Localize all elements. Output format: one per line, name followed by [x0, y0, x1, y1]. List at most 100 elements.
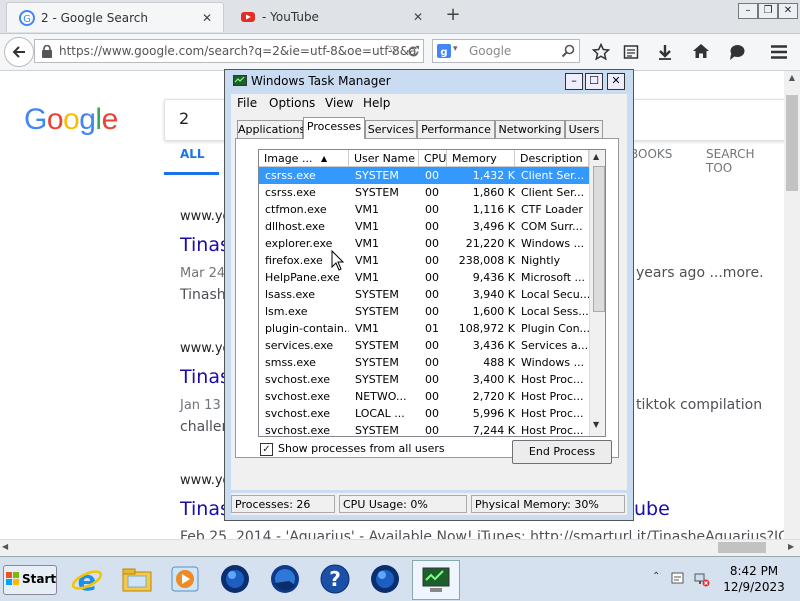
result-title[interactable]: Tinas	[180, 366, 230, 388]
column-cpu[interactable]: CPU	[419, 150, 447, 167]
minimize-icon[interactable]: –	[565, 73, 583, 90]
bookmark-star-icon[interactable]	[592, 43, 610, 61]
action-center-icon[interactable]	[670, 571, 686, 587]
result-title[interactable]: Tinas	[180, 234, 230, 256]
browser-tab-strip: G 2 - Google Search ✕ - YouTube ✕ + – ❐ …	[0, 0, 800, 34]
result-url[interactable]: www.yo	[180, 341, 230, 356]
process-row-selected[interactable]: csrss.exe SYSTEM 00 1,432 K Client Ser...	[259, 167, 589, 184]
menu-view[interactable]: View	[325, 96, 353, 110]
tab-youtube[interactable]: - YouTube ✕	[228, 2, 434, 32]
taskbar-file-explorer[interactable]	[114, 560, 160, 598]
process-list[interactable]: Image ... ▲ User Name CPU Memory (... Des…	[258, 149, 606, 437]
page-horizontal-scrollbar[interactable]: ◀ ▶	[0, 539, 800, 556]
taskbar-help[interactable]: ?	[312, 560, 358, 598]
chat-bubble-icon[interactable]	[728, 43, 746, 61]
firefox-icon	[271, 565, 299, 593]
tab-search-tools[interactable]: SEARCH TOO	[706, 147, 784, 175]
tab-processes[interactable]: Processes	[303, 117, 365, 139]
home-icon[interactable]	[692, 42, 710, 60]
scroll-thumb[interactable]	[786, 95, 798, 191]
scroll-up-icon[interactable]: ▲	[784, 71, 800, 85]
tab-books[interactable]: BOOKS	[630, 147, 672, 161]
menu-options[interactable]: Options	[269, 96, 315, 110]
column-user-name[interactable]: User Name	[349, 150, 419, 167]
menu-file[interactable]: File	[237, 96, 257, 110]
process-row[interactable]: svchost.exe NETWO... 00 2,720 K Host Proc...	[259, 388, 589, 405]
network-icon[interactable]	[694, 571, 710, 587]
process-row[interactable]: plugin-contain... VM1 01 108,972 K Plugin Co…	[259, 320, 589, 337]
close-icon[interactable]: ✕	[607, 73, 625, 90]
scroll-down-icon[interactable]: ▼	[593, 420, 599, 429]
process-row[interactable]: services.exe SYSTEM 00 3,436 K Services a...	[259, 337, 589, 354]
result-url[interactable]: www.yo	[180, 209, 230, 224]
process-row[interactable]: svchost.exe LOCAL ... 00 5,996 K Host Proc..…	[259, 405, 589, 422]
minimize-icon[interactable]: –	[738, 3, 758, 19]
column-memory[interactable]: Memory (...	[447, 150, 515, 182]
cell-cpu: 00	[425, 424, 439, 437]
cell-memory: 3,400 K	[472, 373, 515, 386]
system-clock[interactable]: 8:42 PM 12/9/2023	[714, 563, 794, 595]
process-row[interactable]: ctfmon.exe VM1 00 1,116 K CTF Loader	[259, 201, 589, 218]
task-manager-title-bar[interactable]: Windows Task Manager – ☐ ✕	[225, 70, 633, 94]
process-row[interactable]: smss.exe SYSTEM 00 488 K Windows ...	[259, 354, 589, 371]
search-bar[interactable]: g ▾ Google	[432, 39, 580, 63]
process-row[interactable]: lsass.exe SYSTEM 00 3,940 K Local Secu...	[259, 286, 589, 303]
process-row[interactable]: HelpPane.exe VM1 00 9,436 K Microsoft ...	[259, 269, 589, 286]
search-icon[interactable]	[561, 44, 575, 58]
tab-services[interactable]: Services	[365, 120, 417, 138]
menu-icon[interactable]	[770, 43, 788, 61]
show-all-users-checkbox[interactable]: ✓	[260, 443, 273, 456]
result-title[interactable]: Tinas	[180, 498, 230, 520]
tab-users[interactable]: Users	[565, 120, 603, 138]
taskbar-media-player[interactable]	[162, 560, 208, 598]
menu-bar: File Options View Help	[231, 94, 627, 114]
logo-letter: o	[63, 103, 80, 136]
taskbar-nightly[interactable]	[212, 560, 258, 598]
taskbar-internet-explorer[interactable]: e	[64, 560, 110, 598]
result-title-tail[interactable]: ube	[634, 498, 670, 520]
history-dropdown-icon[interactable]: ▽	[389, 43, 398, 57]
process-row[interactable]: svchost.exe SYSTEM 00 3,400 K Host Proc...	[259, 371, 589, 388]
maximize-icon[interactable]: ☐	[585, 73, 603, 90]
new-tab-button[interactable]: +	[444, 5, 462, 25]
back-button[interactable]	[4, 37, 34, 67]
url-bar[interactable]: https://www.google.com/search?q=2&ie=utf…	[34, 39, 424, 63]
close-window-icon[interactable]: ✕	[778, 3, 798, 19]
tab-networking[interactable]: Networking	[495, 120, 565, 138]
result-url[interactable]: www.yo	[180, 473, 230, 488]
end-process-button[interactable]: End Process	[512, 440, 612, 464]
clock-date: 12/9/2023	[723, 580, 785, 594]
google-logo[interactable]: Google	[24, 103, 118, 137]
page-vertical-scrollbar[interactable]: ▲	[784, 71, 800, 539]
scroll-right-icon[interactable]: ▶	[788, 542, 794, 551]
reading-list-icon[interactable]	[622, 43, 640, 61]
column-image-name[interactable]: Image ... ▲	[259, 150, 349, 167]
start-button[interactable]: Start	[3, 565, 57, 595]
taskbar-firefox[interactable]	[262, 560, 308, 598]
process-row[interactable]: svchost.exe SYSTEM 00 7,244 K Host Proc...	[259, 422, 589, 437]
scroll-thumb[interactable]	[593, 166, 605, 312]
tab-google-search[interactable]: G 2 - Google Search ✕	[6, 2, 224, 32]
scroll-thumb[interactable]	[718, 542, 766, 553]
process-row[interactable]: csrss.exe SYSTEM 00 1,860 K Client Ser...	[259, 184, 589, 201]
taskbar-task-manager[interactable]	[412, 560, 460, 600]
process-row[interactable]: explorer.exe VM1 00 21,220 K Windows ...	[259, 235, 589, 252]
downloads-icon[interactable]	[656, 43, 674, 61]
reload-icon[interactable]	[407, 45, 420, 58]
menu-help[interactable]: Help	[363, 96, 390, 110]
column-description[interactable]: Description	[515, 150, 589, 167]
tab-all[interactable]: ALL	[180, 147, 205, 161]
taskbar-nightly-2[interactable]	[362, 560, 408, 598]
scroll-left-icon[interactable]: ◀	[2, 542, 8, 551]
process-list-scrollbar[interactable]: ▲ ▼	[589, 150, 605, 436]
close-tab-icon[interactable]: ✕	[410, 9, 426, 25]
process-row[interactable]: lsm.exe SYSTEM 00 1,600 K Local Sess...	[259, 303, 589, 320]
process-row[interactable]: dllhost.exe VM1 00 3,496 K COM Surr...	[259, 218, 589, 235]
tab-performance[interactable]: Performance	[417, 120, 495, 138]
restore-icon[interactable]: ❐	[758, 3, 778, 19]
scroll-up-icon[interactable]: ▲	[593, 152, 599, 161]
tab-applications[interactable]: Applications	[237, 120, 305, 138]
close-tab-icon[interactable]: ✕	[199, 10, 215, 26]
process-row[interactable]: firefox.exe VM1 00 238,008 K Nightly	[259, 252, 589, 269]
show-hidden-icons[interactable]: ⌃	[652, 571, 660, 582]
